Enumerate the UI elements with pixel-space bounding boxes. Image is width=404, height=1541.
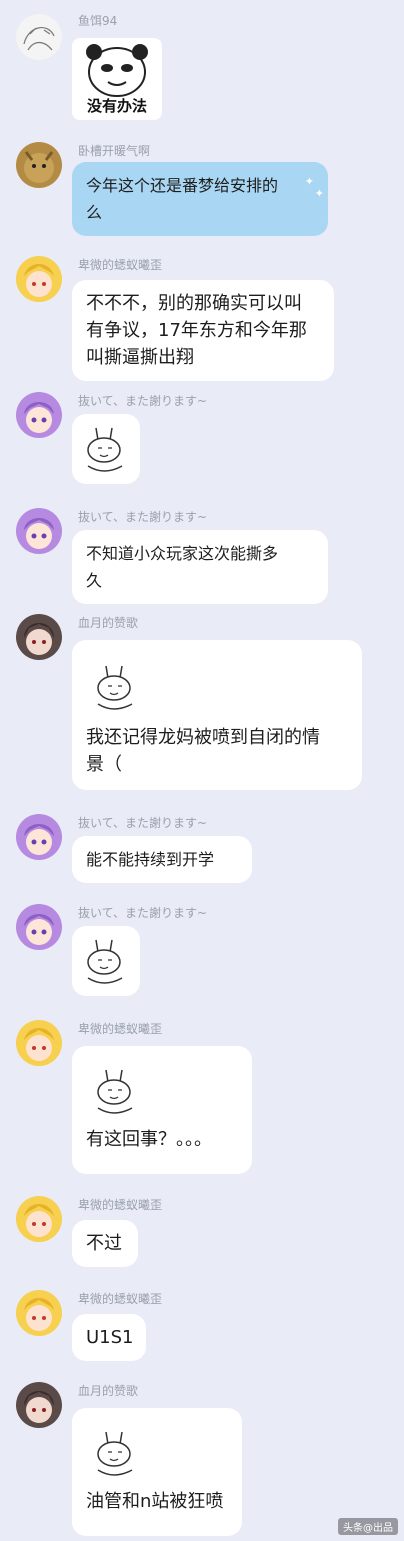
message-line: U1S1 bbox=[86, 1327, 134, 1348]
purple-hair-avatar[interactable] bbox=[16, 508, 62, 554]
sender-name: 卑微的蟋蚁曦歪 bbox=[78, 1198, 163, 1212]
bunny-meme-icon bbox=[97, 1431, 133, 1476]
bunny-meme-icon bbox=[87, 427, 123, 472]
purple-hair-avatar[interactable] bbox=[16, 814, 62, 860]
message-bubble[interactable]: 油管和n站被狂喷 bbox=[72, 1408, 242, 1536]
sticker-bubble[interactable] bbox=[72, 414, 140, 484]
sender-name: 鱼饵94 bbox=[78, 14, 118, 28]
message-line: 我还记得龙妈被喷到自闭的情 bbox=[86, 727, 320, 748]
message-bubble[interactable]: 能不能持续到开学 bbox=[72, 836, 252, 883]
message-bubble[interactable]: 今年这个还是番梦给安排的 么 ✦ ✦ bbox=[72, 162, 328, 236]
message-line: 不不不，别的那确实可以叫 bbox=[86, 293, 302, 314]
sender-name: 抜いて、また謝ります~ bbox=[78, 816, 208, 830]
sticker-image[interactable]: 没有办法 bbox=[72, 38, 162, 120]
blonde-girl-avatar[interactable] bbox=[16, 1020, 62, 1066]
message-line: 有争议，17年东方和今年那 bbox=[86, 320, 307, 341]
sticker-caption: 没有办法 bbox=[86, 97, 147, 115]
star-icon: ✦ bbox=[304, 175, 314, 188]
cat-avatar[interactable] bbox=[16, 142, 62, 188]
message-bubble[interactable]: 不不不，别的那确实可以叫 有争议，17年东方和今年那 叫撕逼撕出翔 bbox=[72, 280, 334, 381]
bunny-meme-icon bbox=[87, 939, 123, 984]
blonde-girl-avatar[interactable] bbox=[16, 1196, 62, 1242]
message-bubble[interactable]: 有这回事？。。。 bbox=[72, 1046, 252, 1174]
sender-name: 抜いて、また謝ります~ bbox=[78, 906, 208, 920]
bunny-meme-icon bbox=[97, 1069, 133, 1114]
message-line: 久 bbox=[86, 571, 103, 590]
blonde-girl-avatar[interactable] bbox=[16, 1290, 62, 1336]
blonde-girl-avatar[interactable] bbox=[16, 256, 62, 302]
sender-name: 抜いて、また謝ります~ bbox=[78, 394, 208, 408]
message-line: 有这回事？。。。 bbox=[86, 1129, 212, 1150]
message-line: 不知道小众玩家这次能撕多 bbox=[86, 544, 279, 563]
sticker-bubble[interactable] bbox=[72, 926, 140, 996]
sketch-avatar[interactable] bbox=[16, 14, 62, 60]
bunny-meme-icon bbox=[97, 665, 133, 710]
sender-name: 卧槽开暖气啊 bbox=[78, 144, 151, 158]
dark-hair-avatar[interactable] bbox=[16, 614, 62, 660]
message-line: 能不能持续到开学 bbox=[86, 850, 215, 869]
message-bubble[interactable]: 我还记得龙妈被喷到自闭的情 景（ bbox=[72, 640, 362, 790]
watermark: 头条@出品 bbox=[338, 1518, 398, 1535]
sender-name: 血月的赞歌 bbox=[78, 1384, 139, 1398]
sender-name: 血月的赞歌 bbox=[78, 616, 139, 630]
sender-name: 卑微的蟋蚁曦歪 bbox=[78, 1022, 163, 1036]
message-line: 今年这个还是番梦给安排的 bbox=[86, 176, 279, 195]
message-bubble[interactable]: 不过 bbox=[72, 1220, 138, 1267]
purple-hair-avatar[interactable] bbox=[16, 904, 62, 950]
star-icon: ✦ bbox=[314, 187, 324, 200]
message-line: 叫撕逼撕出翔 bbox=[86, 347, 194, 368]
purple-hair-avatar[interactable] bbox=[16, 392, 62, 438]
sender-name: 卑微的蟋蚁曦歪 bbox=[78, 258, 163, 272]
message-line: 油管和n站被狂喷 bbox=[86, 1491, 224, 1512]
message-bubble[interactable]: U1S1 bbox=[72, 1314, 146, 1361]
sender-name: 卑微的蟋蚁曦歪 bbox=[78, 1292, 163, 1306]
message-line: 不过 bbox=[86, 1233, 122, 1254]
message-line: 景（ bbox=[86, 754, 122, 775]
dark-hair-avatar[interactable] bbox=[16, 1382, 62, 1428]
sender-name: 抜いて、また謝ります~ bbox=[78, 510, 208, 524]
message-line: 么 bbox=[86, 203, 103, 222]
message-bubble[interactable]: 不知道小众玩家这次能撕多 久 bbox=[72, 530, 328, 604]
